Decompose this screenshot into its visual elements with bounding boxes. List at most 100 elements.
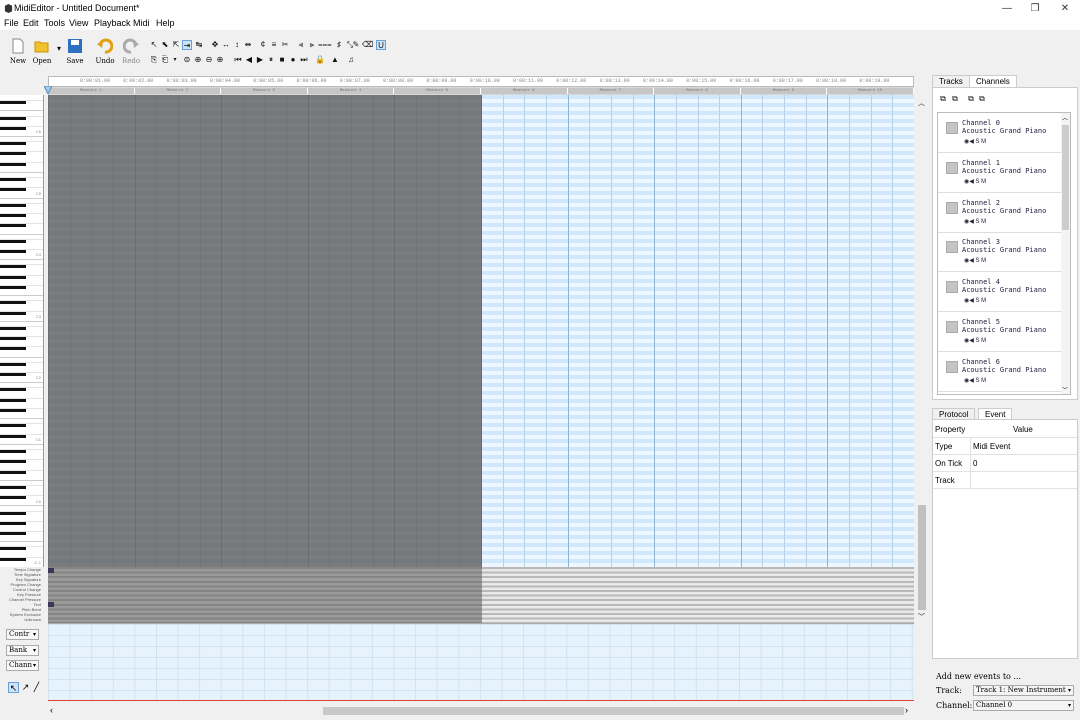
menu-midi[interactable]: Midi [133, 18, 150, 28]
measure-bar[interactable]: Measure 1 Measure 2 Measure 3 Measure 4 Meas… [48, 87, 914, 95]
channel-scroll-down-icon[interactable]: ﹀ [1062, 385, 1068, 394]
zoom-reset-icon[interactable]: ⊜ [182, 55, 192, 65]
channel-instrument[interactable]: Acoustic Grand Piano [962, 167, 1046, 175]
metronome-icon[interactable]: ▲ [330, 55, 340, 65]
measure-label[interactable]: Measure 6 [481, 88, 568, 94]
back-icon[interactable]: ◀ [244, 55, 254, 65]
minimize-button[interactable]: — [992, 0, 1022, 17]
lock-icon[interactable]: 🔒 [315, 55, 325, 65]
channel-instrument[interactable]: Acoustic Grand Piano [962, 286, 1046, 294]
close-button[interactable]: ✕ [1050, 0, 1080, 17]
line-tool-icon[interactable]: ╱ [31, 682, 42, 693]
channel-instrument[interactable]: Acoustic Grand Piano [962, 366, 1046, 374]
channel-row[interactable]: Channel 1 Acoustic Grand Piano ◉◀ S M [938, 153, 1062, 193]
channel-color-swatch[interactable] [946, 360, 958, 373]
back-to-begin-icon[interactable]: ⏮ [233, 55, 243, 65]
channel-row[interactable]: Channel 6 Acoustic Grand Piano ◉◀ S M [938, 352, 1062, 392]
menu-file[interactable]: File [4, 18, 19, 28]
forward-icon[interactable]: ⏭ [299, 55, 309, 65]
measure-label[interactable]: Measure 3 [221, 88, 308, 94]
channel-color-swatch[interactable] [946, 161, 958, 174]
menu-help[interactable]: Help [156, 18, 175, 28]
glue-notes-icon[interactable]: ≡ [269, 40, 279, 50]
channel-instrument[interactable]: Acoustic Grand Piano [962, 326, 1046, 334]
eraser-icon[interactable]: ⌫ [362, 40, 373, 50]
channel-controls[interactable]: ◉◀ S M [964, 178, 986, 185]
channel-color-swatch[interactable] [946, 241, 958, 254]
measure-label[interactable]: Measure 7 [567, 88, 655, 94]
menu-playback[interactable]: Playback [94, 18, 131, 28]
timeline-ruler[interactable]: 0:00:01.00 0:00:02.00 0:00:03.00 0:00:04.00… [48, 76, 914, 87]
playhead-marker-icon[interactable] [44, 86, 52, 94]
measure-icon[interactable]: ♫ [346, 55, 356, 65]
channel-color-swatch[interactable] [946, 321, 958, 333]
channel-controls[interactable]: ◉◀ S M [964, 138, 986, 145]
new-button[interactable]: New [5, 38, 31, 70]
menu-edit[interactable]: Edit [23, 18, 39, 28]
channel-action-icon-3[interactable]: ⧉ [966, 94, 976, 104]
undo-button[interactable]: Undo [92, 38, 118, 70]
play-icon[interactable]: ▶ [255, 55, 265, 65]
pencil-icon[interactable]: ✎ [351, 40, 361, 50]
measure-label[interactable]: Measure 2 [134, 88, 222, 94]
paste-icon[interactable]: ⎗ [160, 55, 170, 65]
scroll-down-icon[interactable]: ﹀ [918, 612, 925, 622]
channel-row[interactable]: Channel 2 Acoustic Grand Piano ◉◀ S M [938, 193, 1062, 233]
scroll-right-icon[interactable]: › [905, 705, 908, 715]
channel-instrument[interactable]: Acoustic Grand Piano [962, 207, 1046, 215]
channel-color-swatch[interactable] [946, 281, 958, 294]
horizontal-scroll-thumb[interactable] [323, 707, 904, 715]
maximize-button[interactable]: ❐ [1020, 0, 1050, 17]
measure-label[interactable]: Measure 1 [48, 88, 135, 94]
channel-color-swatch[interactable] [946, 122, 958, 134]
channel-controls[interactable]: ◉◀ S M [964, 377, 986, 384]
scissors-icon[interactable]: ✂ [280, 40, 290, 50]
bank-select[interactable]: Bank ▾ [6, 645, 39, 656]
channel-instrument[interactable]: Acoustic Grand Piano [962, 246, 1046, 254]
align-left-icon[interactable]: ⫷ [296, 40, 306, 50]
channel-action-icon-1[interactable]: ⧉ [938, 94, 948, 104]
channel-row[interactable]: Channel 0 Acoustic Grand Piano ◉◀ S M [938, 113, 1062, 153]
size-change-icon[interactable]: ⇹ [243, 40, 253, 50]
channel-controls[interactable]: ◉◀ S M [964, 337, 986, 344]
property-row-track[interactable]: Track [933, 472, 1077, 489]
channel-instrument[interactable]: Acoustic Grand Piano [962, 127, 1046, 135]
move-vertical-icon[interactable]: ↕ [232, 40, 242, 50]
zoom-hor-in-icon[interactable]: ⊕ [193, 55, 203, 65]
freehand-tool-icon[interactable]: ↗ [20, 682, 31, 693]
channel-row[interactable]: Channel 3 Acoustic Grand Piano ◉◀ S M [938, 232, 1062, 273]
control-type-select[interactable]: Contr ▾ [6, 629, 39, 640]
select-both-icon[interactable]: ↹ [194, 40, 204, 50]
channel-scroll-up-icon[interactable]: ︿ [1062, 113, 1068, 122]
track-select[interactable]: Track 1: New Instrument ▾ [973, 685, 1074, 696]
quantize-icon[interactable]: ¢ [258, 40, 268, 50]
scroll-up-icon[interactable]: ︿ [918, 98, 925, 108]
equalize-icon[interactable]: ⩶ [318, 40, 332, 50]
tab-channels[interactable]: Channels [969, 75, 1017, 87]
select-box-icon[interactable]: ⬉ [160, 40, 170, 50]
stop-icon[interactable]: ■ [277, 55, 287, 65]
channel-action-icon-4[interactable]: ⧉ [977, 94, 987, 104]
redo-button[interactable]: Redo [118, 38, 144, 70]
select-left-icon[interactable]: ⇱ [171, 40, 181, 50]
zoom-hor-out-icon[interactable]: ⊖ [204, 55, 214, 65]
move-horizontal-icon[interactable]: ↔ [221, 40, 231, 50]
tab-tracks[interactable]: Tracks [932, 75, 970, 87]
select-right-icon[interactable]: ⇥ [182, 40, 192, 50]
piano-keyboard[interactable]: C6 C5 C4 C3 C2 C1 C0 C-1 [0, 95, 44, 567]
channel-select-add[interactable]: Channel 0 ▾ [973, 700, 1074, 711]
menu-tools[interactable]: Tools [44, 18, 65, 28]
channel-select[interactable]: Chann ▾ [6, 660, 39, 671]
save-button[interactable]: Save [62, 38, 88, 70]
move-all-icon[interactable]: ✥ [210, 40, 220, 50]
channel-list[interactable]: Channel 0 Acoustic Grand Piano ◉◀ S M Chann… [937, 112, 1071, 395]
control-event-area[interactable] [48, 623, 914, 700]
align-right-icon[interactable]: ⫸ [307, 40, 317, 50]
transpose-icon[interactable]: ♯ [334, 40, 344, 50]
channel-controls[interactable]: ◉◀ S M [964, 297, 986, 304]
record-icon[interactable]: ● [288, 55, 298, 65]
paste-dropdown-icon[interactable]: ▾ [170, 55, 180, 65]
channel-row[interactable]: Channel 4 Acoustic Grand Piano ◉◀ S M [938, 272, 1062, 313]
pause-icon[interactable]: ⏸ [266, 55, 276, 65]
zoom-ver-in-icon[interactable]: ⊕ [215, 55, 225, 65]
